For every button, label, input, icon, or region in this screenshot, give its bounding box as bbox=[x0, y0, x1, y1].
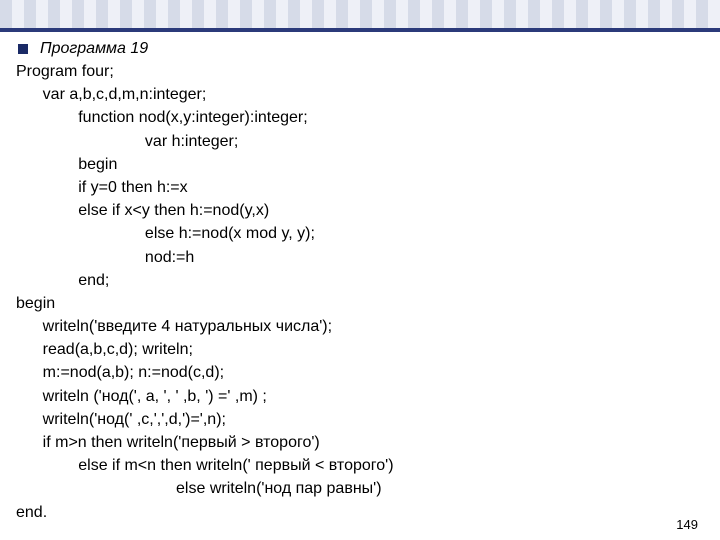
code-line: if m>n then writeln('первый > второго') bbox=[14, 431, 700, 454]
program-title: Программа 19 bbox=[40, 40, 148, 58]
code-line: writeln('нод(' ,c,',',d,')=',n); bbox=[14, 408, 700, 431]
code-line: else h:=nod(x mod y, y); bbox=[14, 222, 700, 245]
code-line: m:=nod(a,b); n:=nod(c,d); bbox=[14, 361, 700, 384]
code-line: end; bbox=[14, 269, 700, 292]
code-line: begin bbox=[14, 153, 700, 176]
square-bullet-icon bbox=[18, 44, 28, 54]
code-line: writeln ('нод(', a, ', ' ,b, ') =' ,m) ; bbox=[14, 385, 700, 408]
code-line: Program four; bbox=[14, 60, 700, 83]
code-line: nod:=h bbox=[14, 246, 700, 269]
page-number: 149 bbox=[676, 517, 698, 532]
code-line: else writeln('нод пар равны') bbox=[14, 477, 700, 500]
code-line: else if x<y then h:=nod(y,x) bbox=[14, 199, 700, 222]
code-line: else if m<n then writeln(' первый < втор… bbox=[14, 454, 700, 477]
code-line: end. bbox=[14, 501, 700, 524]
code-line: begin bbox=[14, 292, 700, 315]
title-row: Программа 19 bbox=[14, 40, 700, 58]
code-line: var h:integer; bbox=[14, 130, 700, 153]
code-line: var a,b,c,d,m,n:integer; bbox=[14, 83, 700, 106]
page-body: Программа 19 Program four; var a,b,c,d,m… bbox=[0, 32, 720, 540]
decorative-top-band bbox=[0, 0, 720, 32]
code-line: read(a,b,c,d); writeln; bbox=[14, 338, 700, 361]
code-line: if y=0 then h:=x bbox=[14, 176, 700, 199]
code-line: function nod(x,y:integer):integer; bbox=[14, 106, 700, 129]
code-line: writeln('введите 4 натуральных числа'); bbox=[14, 315, 700, 338]
